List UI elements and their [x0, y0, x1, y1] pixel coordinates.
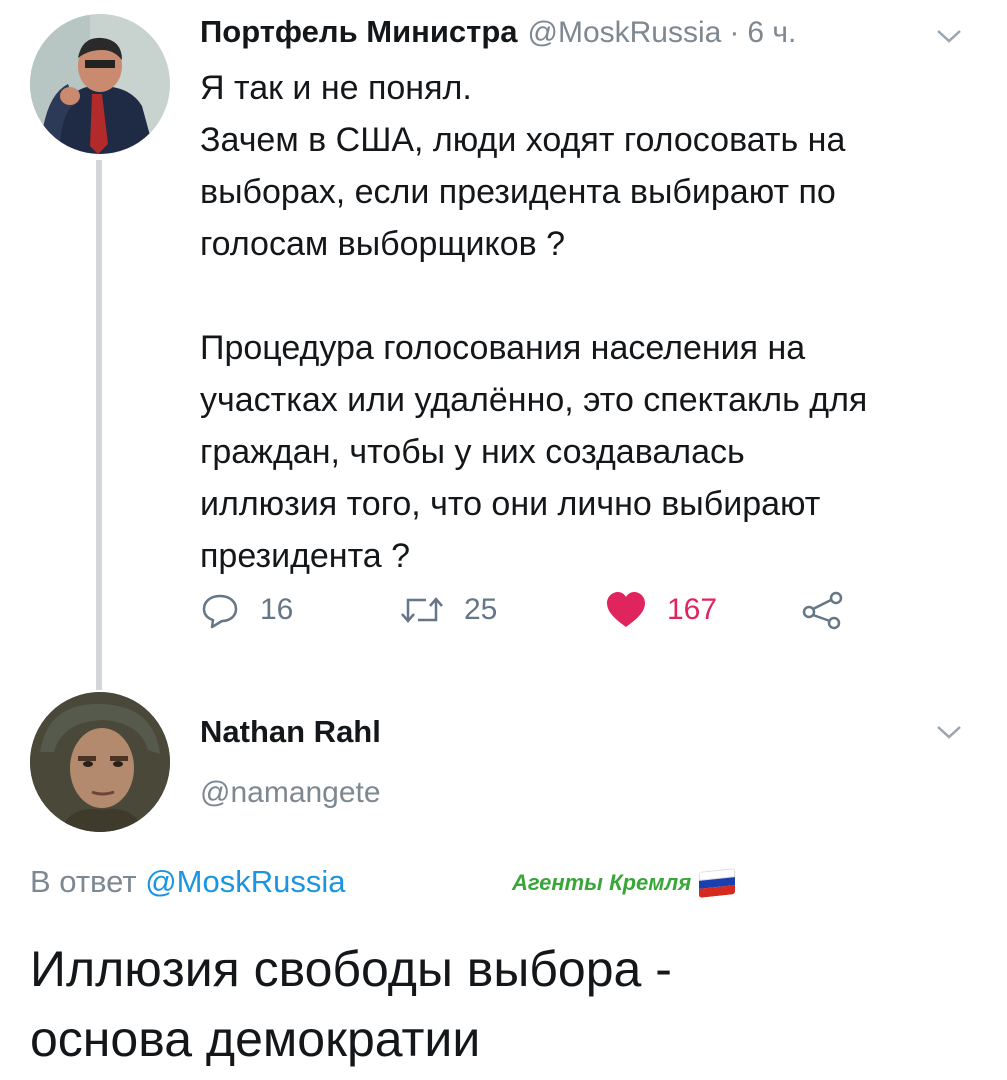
reply-bubble-icon [202, 594, 238, 629]
share-button[interactable] [800, 585, 844, 635]
reply-count: 16 [260, 593, 294, 626]
chevron-down-icon[interactable] [934, 26, 964, 46]
tweet-actions-bar: 16 25 167 [200, 585, 880, 635]
share-icon [802, 591, 843, 630]
author-name[interactable]: Портфель Министра [200, 14, 518, 50]
watermark: Агенты Кремля [512, 868, 736, 898]
like-count: 167 [667, 593, 718, 626]
tweet-text-line: голосам выборщиков ? [200, 225, 566, 263]
retweet-icon [401, 597, 443, 623]
retweet-count: 25 [464, 593, 498, 626]
author-handle[interactable]: @namangete [200, 776, 381, 810]
tweet-text-line: Я так и не понял. [200, 69, 472, 107]
watermark-text: Агенты Кремля [512, 870, 692, 895]
tweet-timestamp[interactable]: 6 ч. [747, 16, 796, 50]
reply-button[interactable]: 16 [200, 585, 293, 635]
tweet-text-line: иллюзия того, что они лично выбирают [200, 485, 821, 523]
heart-icon [607, 592, 645, 627]
like-button[interactable]: 167 [605, 585, 717, 635]
tweet-text-line: Зачем в США, люди ходят голосовать на [200, 121, 846, 159]
reply-mention-link[interactable]: @MoskRussia [145, 864, 345, 899]
meta-separator: · [729, 16, 740, 49]
reply-context: В ответ @MoskRussia [30, 864, 346, 900]
author-name[interactable]: Nathan Rahl [200, 714, 381, 750]
tweet-text-line: граждан, чтобы у них создавалась [200, 433, 745, 471]
user-avatar-icon [30, 14, 170, 154]
tweet1-header: Портфель Министра @MoskRussia · 6 ч. [200, 14, 796, 58]
tweet1-body: Я так и не понял. Зачем в США, люди ходя… [200, 62, 980, 582]
thread-connector-line [96, 160, 102, 690]
retweet-button[interactable]: 25 [400, 585, 497, 635]
author-avatar[interactable] [30, 692, 170, 832]
reply-prefix: В ответ [30, 864, 137, 899]
tweet-text-line: Иллюзия свободы выбора - [30, 941, 672, 997]
tweet-text-line: президента ? [200, 537, 411, 575]
chevron-down-icon[interactable] [934, 722, 964, 742]
user-avatar-icon [30, 692, 170, 832]
tweet2-body: Иллюзия свободы выбора - основа демократ… [30, 934, 990, 1074]
tweet-text-line: выборах, если президента выбирают по [200, 173, 836, 211]
tweet-text-line: основа демократии [30, 1011, 481, 1067]
tweet-text-line: Процедура голосования населения на [200, 329, 806, 367]
russian-flag-icon [699, 868, 736, 898]
author-handle[interactable]: @MoskRussia [528, 16, 722, 50]
tweet-text-line: участках или удалённо, это спектакль для [200, 381, 868, 419]
author-avatar[interactable] [30, 14, 170, 154]
